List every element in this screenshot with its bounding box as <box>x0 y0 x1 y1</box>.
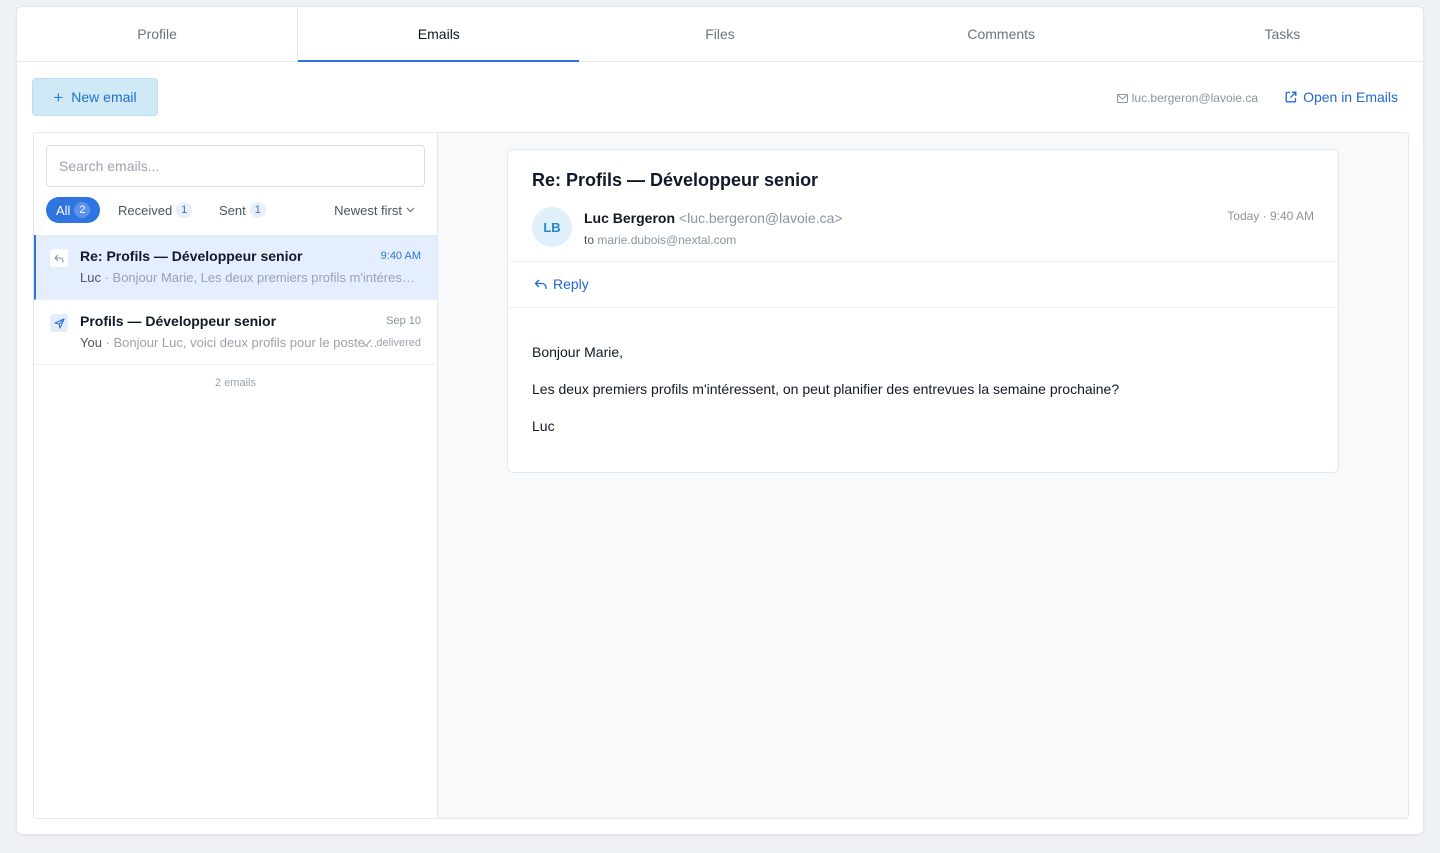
filter-received[interactable]: Received 1 <box>108 197 202 223</box>
new-email-button[interactable]: + New email <box>32 78 158 116</box>
open-in-emails-link[interactable]: Open in Emails <box>1285 89 1398 105</box>
reader-from: Luc Bergeron <luc.bergeron@lavoie.ca> <box>584 210 843 226</box>
external-link-icon <box>1285 91 1297 103</box>
plus-icon: + <box>53 87 64 107</box>
email-row[interactable]: Profils — Développeur senior Sep 10 You … <box>34 300 437 365</box>
email-subject: Profils — Développeur senior <box>80 313 277 329</box>
email-snippet: · Bonjour Luc, voici deux profils pour l… <box>105 335 380 350</box>
email-rows: Re: Profils — Développeur senior 9:40 AM… <box>34 235 437 365</box>
filter-received-count: 1 <box>176 202 193 218</box>
email-preview: You · Bonjour Luc, voici deux profils po… <box>80 335 380 350</box>
send-icon <box>50 314 68 332</box>
reader-subject: Re: Profils — Développeur senior <box>532 170 819 190</box>
contact-emails-card: Profile Emails Files Comments Tasks + Ne… <box>16 6 1424 835</box>
body-paragraph: Les deux premiers profils m'intéressent,… <box>532 381 1120 397</box>
tab-comments[interactable]: Comments <box>861 7 1142 61</box>
open-in-emails-label: Open in Emails <box>1303 89 1398 105</box>
filter-all-count: 2 <box>74 202 91 218</box>
delivery-status: delivered <box>362 337 421 349</box>
search-input[interactable] <box>46 145 425 187</box>
email-count: 2 emails <box>215 377 256 389</box>
reader-date: Today · 9:40 AM <box>1227 209 1314 223</box>
envelope-icon <box>1116 93 1128 103</box>
email-list-pane: All 2 Received 1 Sent 1 Newest first <box>34 133 438 818</box>
email-body: Bonjour Marie, Les deux premiers profils… <box>532 345 1312 456</box>
email-row[interactable]: Re: Profils — Développeur senior 9:40 AM… <box>34 235 437 300</box>
contact-email-text: luc.bergeron@lavoie.ca <box>1131 91 1258 105</box>
avatar: LB <box>532 207 572 247</box>
email-subject: Re: Profils — Développeur senior <box>80 248 303 264</box>
email-reader: Re: Profils — Développeur senior LB Luc … <box>507 149 1339 473</box>
email-sender: You <box>80 335 102 350</box>
reply-button[interactable]: Reply <box>534 276 589 292</box>
filter-sent-count: 1 <box>249 202 266 218</box>
sender-name: Luc Bergeron <box>584 210 676 226</box>
chevron-down-icon <box>406 207 415 213</box>
filter-all[interactable]: All 2 <box>46 197 101 223</box>
filter-sent-label: Sent <box>219 202 246 218</box>
email-preview: Luc · Bonjour Marie, Les deux premiers p… <box>80 270 421 285</box>
reply-icon <box>50 249 68 267</box>
reply-label: Reply <box>553 276 589 292</box>
reader-to: to marie.dubois@nextal.com <box>584 233 736 247</box>
check-icon <box>362 339 372 347</box>
tab-bar: Profile Emails Files Comments Tasks <box>17 7 1423 62</box>
filter-all-label: All <box>56 202 71 218</box>
recipient-address: marie.dubois@nextal.com <box>597 233 737 247</box>
emails-panel: All 2 Received 1 Sent 1 Newest first <box>33 132 1409 819</box>
filter-sent[interactable]: Sent 1 <box>209 197 276 223</box>
divider <box>508 307 1338 308</box>
contact-email: luc.bergeron@lavoie.ca <box>1116 91 1258 105</box>
email-sender: Luc <box>80 270 101 285</box>
body-paragraph: Bonjour Marie, <box>532 344 624 360</box>
emails-toolbar: + New email luc.bergeron@lavoie.ca Open … <box>17 63 1423 138</box>
delivery-status-text: delivered <box>376 337 421 349</box>
email-time: 9:40 AM <box>380 250 421 262</box>
divider <box>508 261 1338 262</box>
tab-tasks[interactable]: Tasks <box>1142 7 1423 61</box>
tab-emails[interactable]: Emails <box>298 7 580 62</box>
body-paragraph: Luc <box>532 418 555 434</box>
filter-received-label: Received <box>118 202 173 218</box>
new-email-label: New email <box>71 89 137 105</box>
sort-dropdown[interactable]: Newest first <box>334 197 415 223</box>
sender-address: <luc.bergeron@lavoie.ca> <box>678 210 843 226</box>
to-label: to <box>584 233 595 247</box>
email-snippet: · Bonjour Marie, Les deux premiers profi… <box>104 270 421 285</box>
reply-icon <box>534 279 547 289</box>
email-time: Sep 10 <box>386 315 421 327</box>
tab-profile[interactable]: Profile <box>17 7 299 61</box>
tab-files[interactable]: Files <box>579 7 860 61</box>
email-filters: All 2 Received 1 Sent 1 Newest first <box>46 197 425 223</box>
sort-label: Newest first <box>334 202 402 218</box>
